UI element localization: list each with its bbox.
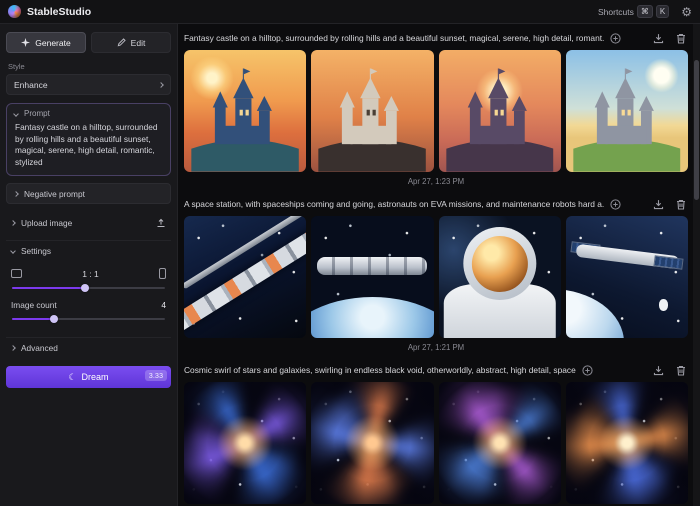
reuse-prompt-icon[interactable] <box>610 33 621 44</box>
castle-illustration <box>573 57 681 172</box>
settings-gear-icon[interactable]: ⚙ <box>681 6 692 18</box>
chevron-right-icon <box>13 191 19 197</box>
trash-icon[interactable] <box>676 199 686 210</box>
sparkle-icon <box>21 38 30 47</box>
tab-edit-label: Edit <box>131 38 146 48</box>
trash-icon[interactable] <box>676 33 686 44</box>
chevron-right-icon <box>10 345 16 351</box>
moon-icon: ☾ <box>68 373 76 382</box>
castle-illustration <box>191 57 299 172</box>
download-icon[interactable] <box>653 199 664 210</box>
image-count-slider[interactable] <box>12 314 165 324</box>
advanced-toggle[interactable]: Advanced <box>6 337 171 357</box>
generated-image[interactable] <box>439 382 561 504</box>
settings-label: Settings <box>21 246 51 256</box>
generations-feed: Fantasy castle on a hilltop, surrounded … <box>178 24 700 506</box>
dream-button-label: Dream <box>82 372 109 382</box>
cmd-key: ⌘ <box>637 5 653 18</box>
generated-image[interactable] <box>184 50 306 172</box>
upload-image-toggle[interactable]: Upload image <box>6 213 171 233</box>
chevron-down-icon <box>10 248 16 254</box>
prompt-label: Prompt <box>24 109 50 118</box>
upload-icon <box>156 218 166 228</box>
reuse-prompt-icon[interactable] <box>610 199 621 210</box>
landscape-ratio-icon[interactable] <box>11 269 22 278</box>
sidebar: Generate Edit Style Enhance Prompt Fanta… <box>0 24 178 506</box>
dream-button[interactable]: ☾ Dream 3.33 <box>6 366 171 388</box>
shortcuts-button[interactable]: Shortcuts ⌘ K <box>598 5 669 18</box>
generated-image[interactable] <box>311 382 433 504</box>
style-label: Style <box>8 62 169 71</box>
chevron-right-icon <box>10 221 16 227</box>
castle-illustration <box>446 57 554 172</box>
generated-image[interactable] <box>439 216 561 338</box>
group-timestamp: Apr 27, 1:21 PM <box>184 338 688 358</box>
settings-body: 1 : 1 Image count 4 <box>6 260 171 330</box>
download-icon[interactable] <box>653 33 664 44</box>
generated-image[interactable] <box>566 50 688 172</box>
prompt-panel: Prompt Fantasy castle on a hilltop, surr… <box>6 103 171 176</box>
pencil-icon <box>117 38 126 47</box>
aspect-ratio-value: 1 : 1 <box>22 269 159 279</box>
prompt-header[interactable]: Prompt <box>7 104 170 121</box>
generated-image[interactable] <box>311 50 433 172</box>
style-select[interactable]: Enhance <box>6 74 171 95</box>
generated-image[interactable] <box>566 382 688 504</box>
group-prompt-text: Cosmic swirl of stars and galaxies, swir… <box>184 365 576 375</box>
generated-image[interactable] <box>184 382 306 504</box>
chevron-down-icon <box>13 111 19 117</box>
aspect-ratio-slider[interactable] <box>12 283 165 293</box>
portrait-ratio-icon[interactable] <box>159 268 166 279</box>
download-icon[interactable] <box>653 365 664 376</box>
app-title: StableStudio <box>27 6 91 18</box>
negative-prompt-label: Negative prompt <box>24 189 85 199</box>
reuse-prompt-icon[interactable] <box>582 365 593 376</box>
group-timestamp: Apr 27, 1:23 PM <box>184 172 688 192</box>
settings-toggle[interactable]: Settings <box>6 240 171 260</box>
generation-group: Fantasy castle on a hilltop, surrounded … <box>184 26 688 192</box>
k-key: K <box>656 5 669 18</box>
negative-prompt-toggle[interactable]: Negative prompt <box>6 183 171 204</box>
generation-group: A space station, with spaceships coming … <box>184 192 688 358</box>
generated-image[interactable] <box>439 50 561 172</box>
trash-icon[interactable] <box>676 365 686 376</box>
scrollbar-thumb[interactable] <box>694 60 699 200</box>
dream-cost-badge: 3.33 <box>145 370 167 381</box>
upload-image-label: Upload image <box>21 218 72 228</box>
shortcuts-label: Shortcuts <box>598 7 634 17</box>
generated-image[interactable] <box>311 216 433 338</box>
chevron-right-icon <box>158 82 164 88</box>
group-prompt-text: Fantasy castle on a hilltop, surrounded … <box>184 33 604 43</box>
generated-image[interactable] <box>184 216 306 338</box>
advanced-label: Advanced <box>21 343 58 353</box>
prompt-input[interactable]: Fantasy castle on a hilltop, surrounded … <box>7 121 170 175</box>
generation-group: Cosmic swirl of stars and galaxies, swir… <box>184 358 688 506</box>
style-value: Enhance <box>14 80 48 90</box>
tab-generate[interactable]: Generate <box>6 32 86 53</box>
app-logo <box>8 5 21 18</box>
generated-image[interactable] <box>566 216 688 338</box>
image-count-value: 4 <box>161 300 166 310</box>
scrollbar-track[interactable] <box>693 24 700 506</box>
tab-generate-label: Generate <box>35 38 70 48</box>
tab-edit[interactable]: Edit <box>91 32 171 53</box>
top-bar: StableStudio Shortcuts ⌘ K ⚙ <box>0 0 700 24</box>
image-count-label: Image count <box>11 300 57 310</box>
castle-illustration <box>319 57 427 172</box>
group-prompt-text: A space station, with spaceships coming … <box>184 199 604 209</box>
